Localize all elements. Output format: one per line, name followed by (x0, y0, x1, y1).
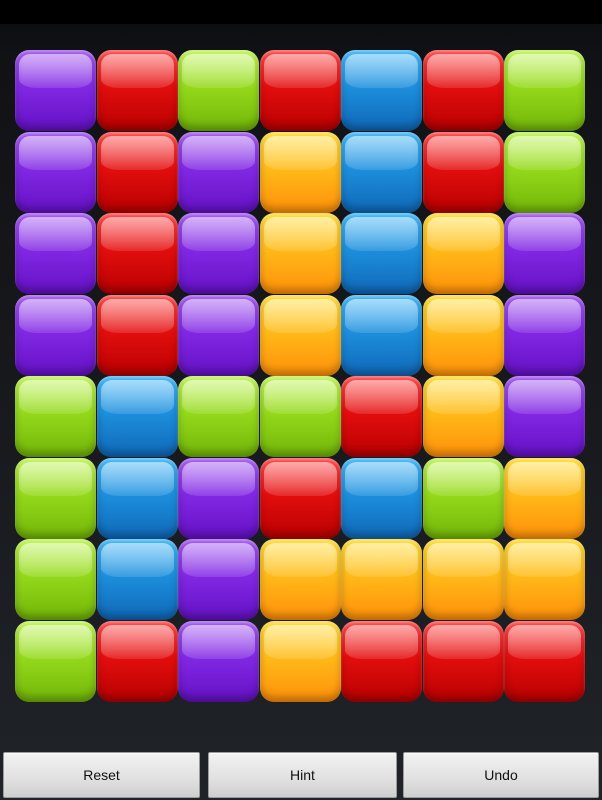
tile-red[interactable] (504, 621, 585, 702)
tile-red[interactable] (423, 621, 504, 702)
tile-green[interactable] (15, 376, 96, 457)
tile-purple[interactable] (178, 132, 259, 213)
tile-blue[interactable] (341, 295, 422, 376)
tile-purple[interactable] (178, 295, 259, 376)
tile-yellow[interactable] (423, 539, 504, 620)
tile-red[interactable] (341, 621, 422, 702)
tile-green[interactable] (260, 376, 341, 457)
reset-button[interactable]: Reset (3, 752, 200, 798)
tile-purple[interactable] (178, 213, 259, 294)
tile-red[interactable] (97, 213, 178, 294)
tile-yellow[interactable] (341, 539, 422, 620)
tile-yellow[interactable] (504, 458, 585, 539)
tile-blue[interactable] (341, 132, 422, 213)
tile-purple[interactable] (15, 295, 96, 376)
tile-yellow[interactable] (260, 295, 341, 376)
tile-red[interactable] (97, 621, 178, 702)
tile-purple[interactable] (504, 213, 585, 294)
tile-purple[interactable] (15, 132, 96, 213)
tile-yellow[interactable] (423, 213, 504, 294)
tile-green[interactable] (178, 50, 259, 131)
tile-green[interactable] (423, 458, 504, 539)
game-board (15, 50, 586, 702)
tile-blue[interactable] (341, 50, 422, 131)
tile-blue[interactable] (341, 213, 422, 294)
tile-green[interactable] (15, 458, 96, 539)
tile-purple[interactable] (504, 376, 585, 457)
tile-yellow[interactable] (260, 213, 341, 294)
tile-purple[interactable] (178, 539, 259, 620)
tile-purple[interactable] (15, 213, 96, 294)
tile-red[interactable] (260, 50, 341, 131)
hint-button[interactable]: Hint (208, 752, 397, 798)
tile-yellow[interactable] (504, 539, 585, 620)
tile-blue[interactable] (97, 539, 178, 620)
tile-purple[interactable] (178, 458, 259, 539)
tile-blue[interactable] (97, 376, 178, 457)
control-bar: Reset Hint Undo (0, 745, 602, 800)
tile-red[interactable] (97, 132, 178, 213)
tile-green[interactable] (15, 621, 96, 702)
tile-green[interactable] (504, 132, 585, 213)
tile-red[interactable] (341, 376, 422, 457)
tile-blue[interactable] (341, 458, 422, 539)
undo-button[interactable]: Undo (403, 752, 599, 798)
tile-yellow[interactable] (260, 539, 341, 620)
tile-red[interactable] (423, 132, 504, 213)
tile-red[interactable] (260, 458, 341, 539)
tile-purple[interactable] (178, 621, 259, 702)
status-bar (0, 0, 602, 24)
tile-yellow[interactable] (260, 132, 341, 213)
tile-red[interactable] (97, 50, 178, 131)
tile-green[interactable] (504, 50, 585, 131)
tile-blue[interactable] (97, 458, 178, 539)
tile-yellow[interactable] (423, 376, 504, 457)
tile-purple[interactable] (504, 295, 585, 376)
tile-yellow[interactable] (260, 621, 341, 702)
tile-red[interactable] (423, 50, 504, 131)
tile-red[interactable] (97, 295, 178, 376)
tile-green[interactable] (178, 376, 259, 457)
tile-green[interactable] (15, 539, 96, 620)
tile-purple[interactable] (15, 50, 96, 131)
tile-yellow[interactable] (423, 295, 504, 376)
